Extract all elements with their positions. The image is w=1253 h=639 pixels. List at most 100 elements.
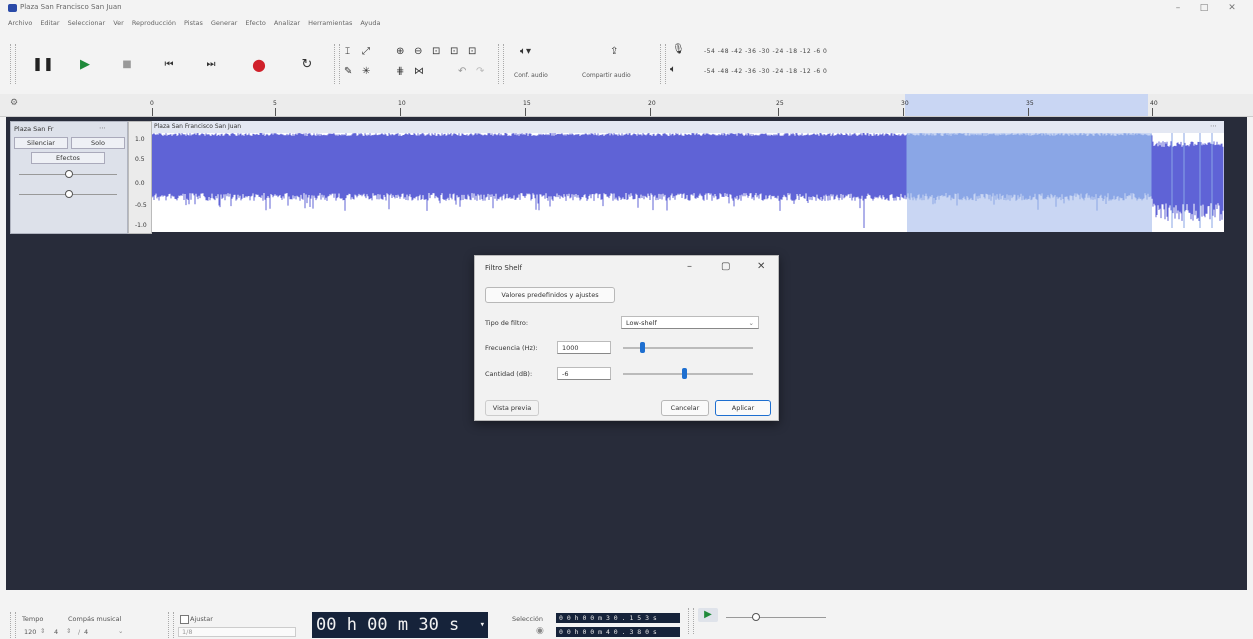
track-menu-icon[interactable]: ⋯ [99,124,106,132]
mic-icon[interactable]: 🎙︎ [672,44,685,55]
menu-item[interactable]: Efecto [245,19,266,27]
menu-item[interactable]: Reproducción [132,19,176,27]
filter-type-select[interactable]: Low-shelf ⌄ [621,316,759,329]
undo-icon[interactable]: ↶ [458,66,466,77]
chevron-down-icon: ⌄ [748,319,754,327]
redo-icon[interactable]: ↷ [476,66,484,77]
solo-button[interactable]: Solo [71,137,125,149]
menu-item[interactable]: Archivo [8,19,32,27]
chevron-down-icon[interactable]: ▾ [480,612,485,638]
tools-grip[interactable] [334,44,340,84]
envelope-tool-icon[interactable]: ⤢ [362,46,370,57]
audio-setup-label[interactable]: Conf. audio [514,72,548,79]
signature-denominator[interactable]: 4 [84,628,88,636]
close-button[interactable]: ✕ [1222,2,1242,14]
zoom-toggle-icon[interactable]: ⊡ [468,46,476,57]
gain-slider-thumb[interactable] [65,170,73,178]
menu-item[interactable]: Ver [113,19,124,27]
preview-button[interactable]: Vista previa [485,400,539,416]
playback-speed-slider[interactable] [726,617,826,618]
play-at-speed-button[interactable]: ▶ [698,608,718,622]
time-display[interactable]: 00 h 00 m 30 s ▾ [312,612,488,638]
zoom-out-icon[interactable]: ⊖ [414,46,422,57]
ruler-tick-label: 15 [523,100,531,107]
draw-tool-icon[interactable]: ✎ [344,66,352,77]
amplitude-scale[interactable]: 1.0 0.5 0.0 -0.5 -1.0 [128,121,152,234]
trim-icon[interactable]: ⋕ [396,66,404,77]
meter-grip[interactable] [660,44,666,84]
tempo-input[interactable]: 120 [24,628,36,636]
menu-item[interactable]: Pistas [184,19,203,27]
time-signature-grip[interactable] [10,612,16,638]
dialog-minimize-button[interactable]: – [687,261,692,272]
dialog-maximize-button[interactable]: ▢ [721,261,730,272]
gain-slider-thumb[interactable] [681,368,687,379]
scale-label: -0.5 [135,202,147,209]
frequency-input[interactable]: 1000 [557,341,611,354]
play-button[interactable]: ▶ [72,52,98,78]
selection-end-time[interactable]: 0 0 h 0 0 m 4 0 . 3 8 0 s [556,627,680,637]
filter-type-value: Low-shelf [626,319,657,327]
speaker-icon[interactable]: 🔈︎▾ [520,46,531,57]
track-name[interactable]: Plaza San Fr [14,125,53,133]
presets-button[interactable]: Valores predefinidos y ajustes [485,287,615,303]
mute-button[interactable]: Silenciar [14,137,68,149]
pause-button[interactable]: ❚❚ [30,52,56,78]
timeline-ruler[interactable]: ⚙ 0 5 10 15 20 25 30 35 40 [0,94,1253,117]
chevron-down-icon[interactable]: ⌄ [118,627,123,635]
menu-item[interactable]: Ayuda [360,19,380,27]
ruler-tick-label: 35 [1026,100,1034,107]
ruler-tick-mark [778,108,779,116]
maximize-button[interactable]: □ [1194,2,1214,14]
effects-button[interactable]: Efectos [31,152,105,164]
audio-setup-grip[interactable] [498,44,504,84]
clip-menu-icon[interactable]: ⋯ [1210,122,1217,130]
menu-item[interactable]: Generar [211,19,237,27]
gain-slider[interactable] [623,373,753,375]
fit-project-icon[interactable]: ⊡ [450,46,458,57]
timeline-settings-icon[interactable]: ⚙ [10,98,18,108]
record-button[interactable]: ● [246,52,272,78]
play-at-speed-grip[interactable] [688,608,694,634]
menu-item[interactable]: Seleccionar [68,19,106,27]
tempo-spin-icon[interactable]: ⇕ [40,627,45,635]
multi-tool-icon[interactable]: ✳ [362,66,370,77]
fit-selection-icon[interactable]: ⊡ [432,46,440,57]
clip-title[interactable]: Plaza San Francisco San Juan [154,123,241,130]
loop-button[interactable]: ↻ [294,52,320,78]
clip-header[interactable] [152,121,1224,133]
menu-item[interactable]: Herramientas [308,19,352,27]
snap-grip[interactable] [168,612,174,638]
pan-slider-thumb[interactable] [65,190,73,198]
selection-start-time[interactable]: 0 0 h 0 0 m 3 0 . 1 5 3 s [556,613,680,623]
share-icon[interactable]: ⇪ [610,46,618,57]
share-audio-label[interactable]: Compartir audio [582,72,631,79]
selection-tool-icon[interactable]: 𝙸 [344,46,351,57]
minimize-button[interactable]: – [1168,2,1188,14]
dialog-close-button[interactable]: ✕ [757,261,765,272]
numerator-spin-icon[interactable]: ⇕ [66,627,71,635]
record-meter-scale[interactable]: -54 -48 -42 -36 -30 -24 -18 -12 -6 0 [704,48,827,55]
waveform-clip[interactable]: Plaza San Francisco San Juan ⋯ [152,121,1224,232]
playback-meter-scale[interactable]: -54 -48 -42 -36 -30 -24 -18 -12 -6 0 [704,68,827,75]
menu-item[interactable]: Analizar [274,19,300,27]
silence-icon[interactable]: ⋈ [414,66,424,77]
frequency-slider-thumb[interactable] [639,342,645,353]
toolbar-grip[interactable] [10,44,16,84]
signature-numerator[interactable]: 4 [54,628,58,636]
skip-end-button[interactable]: ⏭ [198,52,224,78]
selection-mode-icon[interactable]: ◉ [536,626,544,636]
apply-button[interactable]: Aplicar [715,400,771,416]
cancel-button[interactable]: Cancelar [661,400,709,416]
playback-speed-thumb[interactable] [752,613,760,621]
gain-input[interactable]: -6 [557,367,611,380]
zoom-in-icon[interactable]: ⊕ [396,46,404,57]
snap-label[interactable]: Ajustar [190,615,213,623]
snap-select[interactable]: 1/8 [178,627,296,637]
stop-button[interactable]: ■ [114,52,140,78]
skip-start-button[interactable]: ⏮ [156,52,182,78]
track-control-panel[interactable]: Plaza San Fr ⋯ Silenciar Solo Efectos [10,121,128,234]
menu-item[interactable]: Editar [40,19,59,27]
playback-meter-icon[interactable]: 🔈︎ [670,64,676,75]
snap-checkbox[interactable] [180,615,189,624]
